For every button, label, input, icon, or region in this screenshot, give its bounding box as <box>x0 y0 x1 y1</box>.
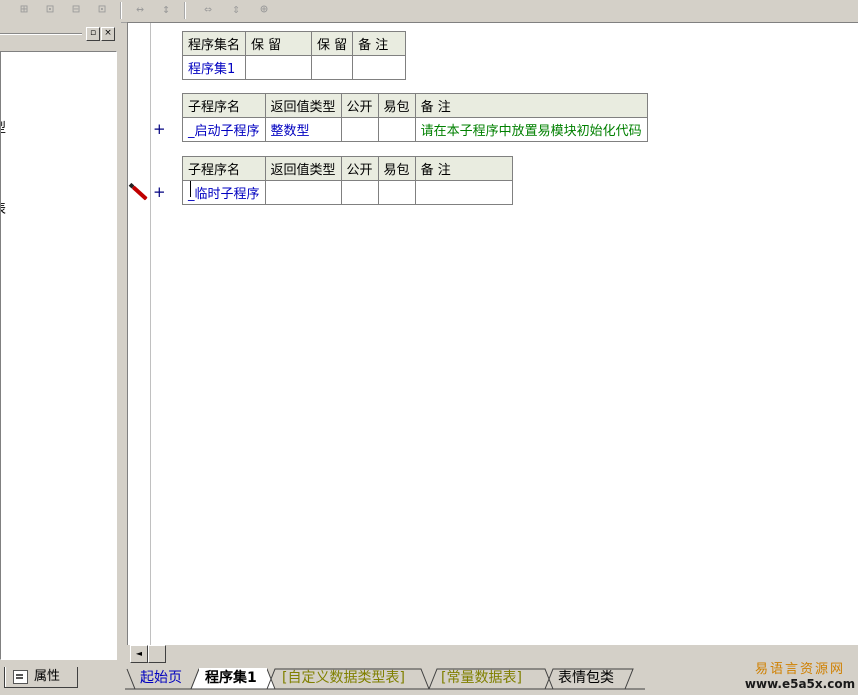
properties-icon <box>13 670 28 684</box>
header-reserved: 保 留 <box>311 31 354 56</box>
expand-marker[interactable]: + <box>153 120 166 138</box>
header-sub-name: 子程序名 <box>182 156 266 181</box>
reserved-cell[interactable] <box>311 55 354 80</box>
panel-titlebar: ▫ × <box>0 26 121 41</box>
header-epackage: 易包 <box>377 156 416 181</box>
public-cell[interactable] <box>340 180 379 205</box>
return-type-cell[interactable] <box>264 180 342 205</box>
header-return-type: 返回值类型 <box>264 93 342 118</box>
sub-name-cell[interactable]: _临时子程序 <box>182 180 266 205</box>
tab-emoji-class[interactable]: 表情包类 <box>558 667 614 689</box>
header-public: 公开 <box>340 93 379 118</box>
epackage-cell[interactable] <box>377 117 416 142</box>
remark-cell[interactable] <box>414 180 513 205</box>
equal-width-icon[interactable]: ↔ <box>130 1 150 19</box>
code-editor[interactable]: 程序集名 保 留 保 留 备 注 程序集1 + 子程序名 返回值类型 公开 易包… <box>127 22 858 646</box>
header-public: 公开 <box>340 156 379 181</box>
toolbar-separator <box>184 2 186 19</box>
scroll-left-icon[interactable]: ◄ <box>130 645 148 663</box>
top-align-icon[interactable]: ⊟ <box>66 1 86 19</box>
bottom-align-icon[interactable]: ⊡ <box>92 1 112 19</box>
remark-cell[interactable] <box>352 55 407 80</box>
sub-name-cell[interactable]: _启动子程序 <box>182 117 266 142</box>
same-width-icon[interactable]: ⇔ <box>198 1 218 19</box>
scroll-thumb[interactable] <box>148 645 166 663</box>
restore-icon[interactable]: ▫ <box>86 27 100 41</box>
site-watermark: 易语言资源网 www.e5a5x.com <box>744 658 856 691</box>
header-epackage: 易包 <box>377 93 416 118</box>
assembly-name-cell[interactable]: 程序集1 <box>181 55 247 80</box>
reserved-cell[interactable] <box>245 55 313 80</box>
layout-toolbar: ⊞ ⊡ ⊟ ⊡ ↔ ↕ ⇔ ⇕ ⊕ <box>0 0 858 23</box>
header-remark: 备 注 <box>414 93 648 118</box>
watermark-title: 易语言资源网 <box>754 662 845 677</box>
tree-item-fragment[interactable]: 型 <box>1 117 6 136</box>
project-panel: ▫ × 型 表 <box>0 22 121 663</box>
subroutine-table: 子程序名 返回值类型 公开 易包 备 注 _启动子程序 整数型 请在本子程序中放… <box>182 93 648 142</box>
header-sub-name: 子程序名 <box>182 93 266 118</box>
properties-tab[interactable]: 属性 <box>4 667 78 688</box>
panel-grip[interactable] <box>0 33 82 35</box>
expand-marker[interactable]: + <box>153 183 166 201</box>
tab-start-page[interactable]: 起始页 <box>140 667 182 689</box>
remark-cell[interactable]: 请在本子程序中放置易模块初始化代码 <box>414 117 648 142</box>
header-remark: 备 注 <box>352 31 407 56</box>
project-tree[interactable]: 型 表 <box>0 51 117 660</box>
text-cursor <box>190 181 191 197</box>
public-cell[interactable] <box>340 117 379 142</box>
header-return-type: 返回值类型 <box>264 156 342 181</box>
tab-assembly1[interactable]: 程序集1 <box>205 667 257 689</box>
epackage-cell[interactable] <box>377 180 416 205</box>
equal-height-icon[interactable]: ↕ <box>156 1 176 19</box>
header-reserved: 保 留 <box>245 31 313 56</box>
watermark-url: www.e5a5x.com <box>744 677 856 691</box>
toolbar-separator <box>120 2 122 19</box>
same-height-icon[interactable]: ⇕ <box>226 1 246 19</box>
tab-custom-types[interactable]: [自定义数据类型表] <box>282 667 405 689</box>
editor-gutter <box>128 23 151 646</box>
header-assembly-name: 程序集名 <box>181 31 247 56</box>
assembly-table: 程序集名 保 留 保 留 备 注 程序集1 <box>181 31 407 80</box>
tree-item-fragment[interactable]: 表 <box>1 198 6 217</box>
properties-tab-label: 属性 <box>34 669 61 684</box>
subroutine-table: 子程序名 返回值类型 公开 易包 备 注 _临时子程序 <box>182 156 513 205</box>
center-align-icon[interactable]: ⊡ <box>40 1 60 19</box>
tab-constants[interactable]: [常量数据表] <box>441 667 522 689</box>
left-align-icon[interactable]: ⊞ <box>14 1 34 19</box>
header-remark: 备 注 <box>414 156 513 181</box>
return-type-cell[interactable]: 整数型 <box>264 117 342 142</box>
same-size-icon[interactable]: ⊕ <box>254 1 274 19</box>
close-icon[interactable]: × <box>101 27 115 41</box>
